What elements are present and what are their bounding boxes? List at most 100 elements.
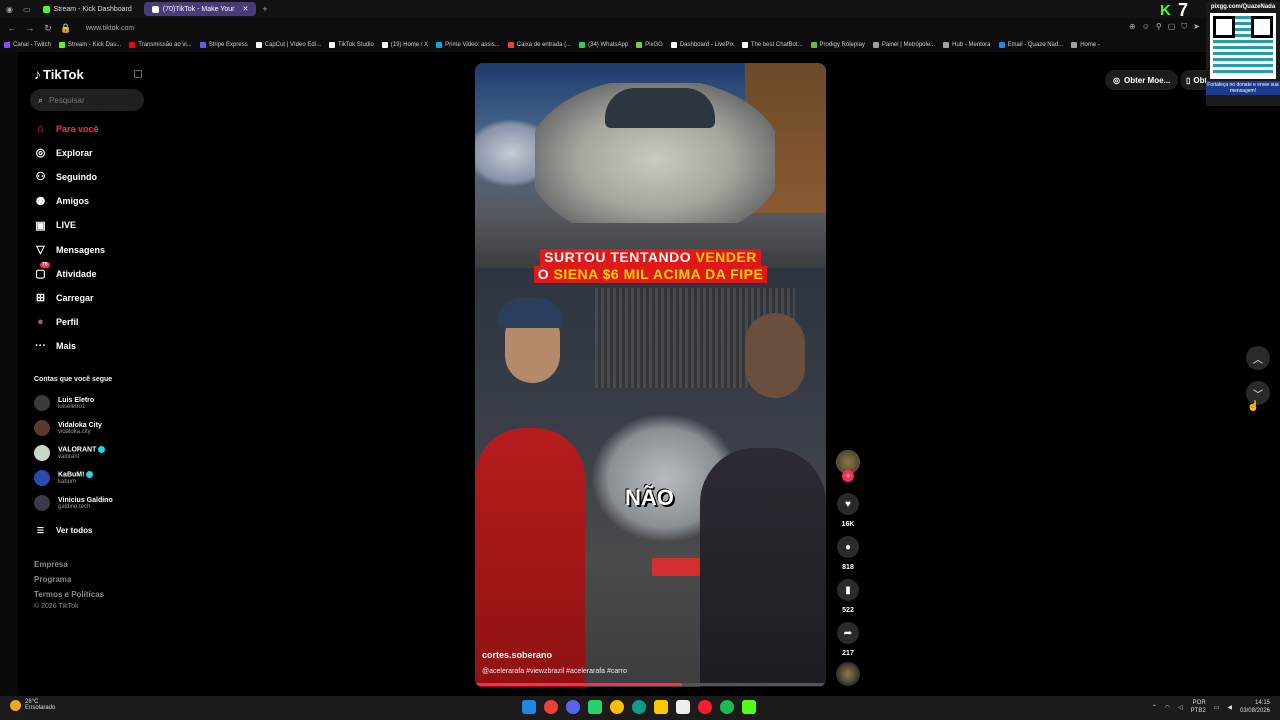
- sidebar-item-mais[interactable]: ··· Mais: [34, 340, 76, 353]
- wifi-icon[interactable]: ◠: [1165, 704, 1170, 711]
- bookmark-item[interactable]: (19) Home / X: [378, 42, 432, 48]
- sidebar-item-carregar[interactable]: ⊞ Carregar: [34, 291, 94, 304]
- bookmark-item[interactable]: CapCut | Vídeo Edi...: [252, 42, 325, 48]
- bookmark-label: Canal - Twitch: [13, 42, 51, 48]
- messages-icon: ▽: [36, 244, 45, 256]
- windows-start-icon[interactable]: [522, 700, 536, 714]
- spotify-icon[interactable]: [720, 700, 734, 714]
- bookmark-item[interactable]: Dashboard - LivePix: [667, 42, 738, 48]
- forward-icon[interactable]: →: [24, 23, 36, 33]
- browser-menu-icon[interactable]: ◉: [6, 5, 13, 14]
- bookmark-item[interactable]: Stream - Kick Das...: [55, 42, 125, 48]
- previous-video-button[interactable]: ︿: [1246, 346, 1270, 370]
- reload-icon[interactable]: ↻: [42, 23, 54, 34]
- footer-company[interactable]: Empresa: [34, 560, 68, 569]
- music-disc-icon[interactable]: [836, 662, 860, 686]
- share-button[interactable]: ➦: [837, 622, 859, 644]
- zoom-icon[interactable]: ⊕: [1129, 22, 1136, 32]
- like-button[interactable]: ♥: [837, 493, 859, 515]
- sidebar-item-explorar[interactable]: ◎ Explorar: [34, 146, 93, 159]
- followed-account[interactable]: Vinicius Galdino galdino.tech: [34, 495, 113, 511]
- bookmark-item[interactable]: Painel | Metrópole...: [869, 42, 939, 48]
- bookmark-item[interactable]: Transmissão ao vi...: [125, 42, 195, 48]
- sidebar-item-para-voc-[interactable]: ⌂ Para você: [34, 122, 98, 135]
- sun-icon: [10, 699, 21, 711]
- shield-icon[interactable]: ⛉: [1181, 22, 1187, 32]
- discord-icon[interactable]: [566, 700, 580, 714]
- car-windshield-image: [605, 88, 715, 128]
- bookmark-label: Prime Video: assis...: [445, 42, 500, 48]
- account-text: Vidaloka City vidaloka.city: [58, 422, 102, 435]
- browser-tab-bar: ◉ ▭ Stream - Kick Dashboard (70)TikTok -…: [0, 0, 1280, 18]
- tab-close-icon[interactable]: ✕: [242, 5, 248, 13]
- see-all-link[interactable]: ☰ Ver todos: [34, 524, 93, 537]
- man-cap-image: [497, 298, 563, 328]
- tab-kick-dashboard[interactable]: Stream - Kick Dashboard: [35, 2, 140, 16]
- extension-icon[interactable]: ☺: [1142, 22, 1150, 32]
- send-icon[interactable]: ➤: [1193, 22, 1200, 32]
- followed-account[interactable]: Luis Eletro luiseletro1: [34, 395, 94, 411]
- video-caption[interactable]: @acelerarafa #viewzbrazil #acelerarafa #…: [482, 668, 627, 675]
- followed-account[interactable]: Vidaloka City vidaloka.city: [34, 420, 102, 436]
- followed-account[interactable]: VALORANT valorant: [34, 445, 106, 461]
- sidebar-item-atividade[interactable]: ▢ 70 Atividade: [34, 262, 97, 280]
- sidebar-item-label: Amigos: [56, 196, 90, 207]
- bookmark-item[interactable]: (34) WhatsApp: [575, 42, 632, 48]
- bookmark-icon[interactable]: ▢: [1168, 22, 1176, 32]
- new-tab-icon[interactable]: +: [262, 4, 267, 14]
- clock[interactable]: 14:15 03/08/2026: [1240, 699, 1270, 715]
- collapse-sidebar-icon[interactable]: [134, 70, 142, 78]
- chrome-icon[interactable]: [544, 700, 558, 714]
- bookmark-item[interactable]: Canal - Twitch: [0, 42, 55, 48]
- lang-indicator[interactable]: POR PTB2: [1191, 699, 1206, 715]
- bookmark-item[interactable]: The best ChatBot...: [738, 42, 807, 48]
- capcut-icon[interactable]: [676, 700, 690, 714]
- search-input[interactable]: ⌕ Pesquisar: [30, 89, 144, 111]
- google-chrome-icon[interactable]: [610, 700, 624, 714]
- opera-icon[interactable]: [698, 700, 712, 714]
- follow-plus-icon[interactable]: +: [842, 470, 854, 482]
- video-player[interactable]: SURTOU TENTANDO VENDER O SIENA $6 MIL AC…: [475, 63, 826, 687]
- monitor-icon[interactable]: ▭: [1214, 704, 1220, 711]
- comment-button[interactable]: ●: [837, 536, 859, 558]
- bookmark-item[interactable]: PixGG: [632, 42, 667, 48]
- bookmark-item[interactable]: Hub - Mentora: [939, 42, 994, 48]
- whatsapp-icon[interactable]: [588, 700, 602, 714]
- followed-account[interactable]: KaBuM! kabum: [34, 470, 94, 486]
- sidebar-item-seguindo[interactable]: ⚇ Seguindo: [34, 170, 97, 183]
- speaker-icon[interactable]: ◀: [1227, 704, 1232, 711]
- tiktok-logo[interactable]: ♪ TikTok: [34, 66, 84, 82]
- weather-widget[interactable]: 28°C Ensolarado: [10, 699, 55, 711]
- bookmark-item[interactable]: Caixa de entrada (...: [504, 42, 575, 48]
- footer-terms[interactable]: Termos e Políticas: [34, 590, 104, 599]
- video-progress-bar[interactable]: [475, 683, 826, 686]
- tray-chevron-icon[interactable]: ⌃: [1152, 704, 1157, 711]
- bookmark-item[interactable]: Prodigy Roleplay: [807, 42, 869, 48]
- bookmark-label: Hub - Mentora: [952, 42, 991, 48]
- streaming-app-icon[interactable]: [742, 700, 756, 714]
- sidebar-item-perfil[interactable]: ● Perfil: [34, 316, 78, 329]
- bookmark-item[interactable]: Prime Video: assis...: [432, 42, 504, 48]
- sidebar-item-amigos[interactable]: ⚉ Amigos: [34, 195, 89, 208]
- file-explorer-icon[interactable]: [654, 700, 668, 714]
- save-button[interactable]: ▮: [837, 579, 859, 601]
- tab-tiktok[interactable]: (70)TikTok - Make Your ✕: [143, 2, 257, 16]
- sidebar-item-live[interactable]: ▣ LIVE: [34, 219, 76, 232]
- tab-list-icon[interactable]: ▭: [23, 5, 31, 14]
- edge-icon[interactable]: [632, 700, 646, 714]
- volume-icon[interactable]: ◁: [1178, 704, 1183, 711]
- back-icon[interactable]: ←: [6, 23, 18, 33]
- account-name: VALORANT: [58, 446, 106, 454]
- donation-qr-panel: pixgg.com/QuazeNada Fortaleça no donate …: [1206, 2, 1280, 106]
- get-coins-button[interactable]: ◎ Obter Moe...: [1105, 70, 1179, 90]
- bookmark-item[interactable]: Stripe Express: [196, 42, 252, 48]
- bookmark-label: Home -: [1080, 42, 1100, 48]
- url-field[interactable]: www.tiktok.com: [86, 25, 134, 32]
- pin-icon[interactable]: ⚲: [1156, 22, 1162, 32]
- footer-program[interactable]: Programa: [34, 575, 71, 584]
- bookmark-item[interactable]: Home -: [1067, 42, 1104, 48]
- bookmark-item[interactable]: TikTok Studio: [325, 42, 378, 48]
- sidebar-item-mensagens[interactable]: ▽ Mensagens: [34, 243, 105, 256]
- video-author[interactable]: cortes.soberano: [482, 650, 552, 660]
- bookmark-item[interactable]: Email - Quaze Nad...: [995, 42, 1068, 48]
